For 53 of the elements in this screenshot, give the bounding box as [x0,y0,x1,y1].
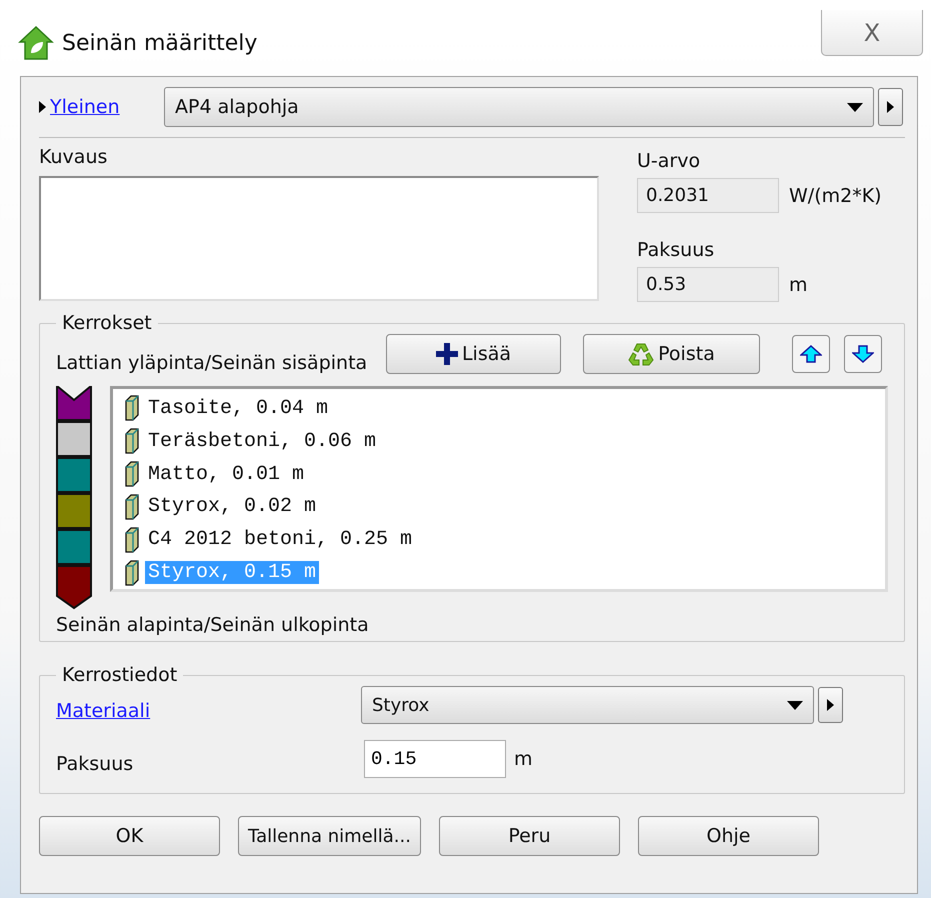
thickness-label: Paksuus [637,239,716,261]
move-up-button[interactable] [792,335,830,373]
triangle-right-icon [39,101,46,113]
general-link[interactable]: Yleinen [50,96,120,118]
triangle-right-icon [887,101,894,113]
dialog-button[interactable]: Tallenna nimellä... [238,816,421,856]
dropdown-arrow-icon [787,700,803,710]
arrow-down-icon [852,345,874,363]
description-label: Kuvaus [39,146,108,168]
layer-details-legend: Kerrostiedot [56,664,184,686]
dropdown-arrow-icon [847,102,863,112]
layer-block-icon [125,560,139,586]
material-link[interactable]: Materiaali [56,700,150,722]
plus-icon [436,343,458,365]
unit-label: W/(m2*K) [789,184,882,206]
layer-thickness-label: Paksuus [56,752,134,775]
thickness-field: 0.53 [637,267,779,302]
layer-block-icon [125,395,139,422]
material-dropdown[interactable]: Styrox [361,686,814,724]
triangle-right-icon [827,699,834,711]
u-value-label: U-arvo [637,150,702,172]
layer-list[interactable]: Tasoite, 0.04 m Teräsbetoni, 0.06 m Matto, 0.01 m Styrox, 0.02 m C4 2012 betoni, 0.25 m Styrox, 0.15 m [110,386,888,592]
next-button[interactable] [878,88,903,126]
dialog-button[interactable]: OK [39,816,220,856]
next-button[interactable] [818,687,843,723]
remove-button[interactable]: Poista [583,334,760,374]
unit-label: m [789,274,808,296]
dialog-button[interactable]: Ohje [638,816,819,856]
layer-item[interactable]: Matto, 0.01 m [145,462,308,486]
bottom-surface-label: Seinän alapinta/Seinän ulkopinta [56,614,369,636]
layer-block-icon [125,428,139,454]
add-button[interactable]: Lisää [386,334,561,374]
layer-block-icon [125,526,139,553]
window-title: Seinän määrittely [62,30,258,56]
layer-item[interactable]: Styrox, 0.02 m [145,495,320,518]
arrow-up-icon [800,345,822,363]
layers-legend: Kerrokset [56,312,158,334]
house-icon [18,25,54,61]
move-down-button[interactable] [844,335,882,373]
layer-block-icon [125,461,139,488]
layer-item[interactable]: Teräsbetoni, 0.06 m [145,430,380,453]
unit-label: m [514,748,533,770]
layer-item[interactable]: C4 2012 betoni, 0.25 m [145,528,416,552]
top-surface-label: Lattian yläpinta/Seinän sisäpinta [56,352,368,374]
layer-thickness-field[interactable]: 0.15 [364,740,506,778]
recycle-icon [628,341,654,367]
dialog-button[interactable]: Peru [439,816,620,856]
wall-type-dropdown[interactable]: AP4 alapohja [164,87,874,127]
layer-block-icon [125,494,139,520]
layer-item[interactable]: Tasoite, 0.04 m [145,396,332,420]
close-button[interactable]: X [821,10,923,56]
u-value-field: 0.2031 [637,178,779,213]
description-field[interactable] [39,176,599,301]
